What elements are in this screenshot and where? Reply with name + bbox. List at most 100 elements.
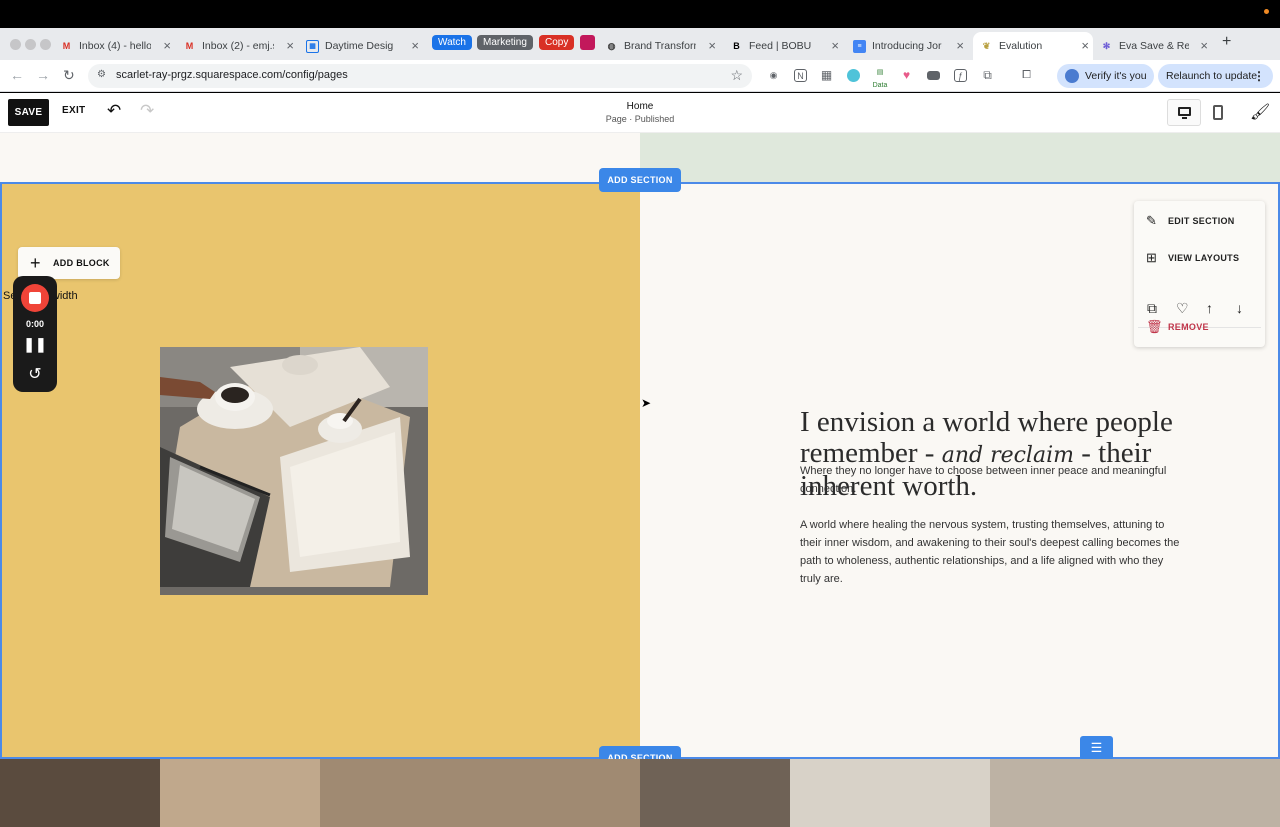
view-layouts-label: VIEW LAYOUTS <box>1168 253 1240 263</box>
next-section-image <box>0 759 1280 827</box>
vision-paragraph-2[interactable]: A world where healing the nervous system… <box>800 516 1180 588</box>
remove-section-button[interactable]: 🗑 REMOVE <box>1138 313 1261 341</box>
exit-button[interactable]: EXIT <box>62 105 85 116</box>
data-extension-label: Data <box>872 82 888 89</box>
mouse-cursor: ➤ <box>641 396 652 410</box>
reload-icon[interactable]: ↻ <box>63 67 75 84</box>
verify-label: Verify it's you <box>1085 70 1147 82</box>
relaunch-label: Relaunch to update <box>1166 70 1258 82</box>
site-styles-brush-icon[interactable]: 🖌 <box>1250 102 1270 122</box>
close-icon[interactable]: × <box>286 38 294 53</box>
tab-evalution[interactable]: ❦ Evalution × <box>973 32 1093 60</box>
relaunch-to-update-button[interactable]: Relaunch to update ⋮ <box>1158 64 1273 88</box>
close-icon[interactable]: × <box>831 38 839 53</box>
text-format-list-icon[interactable]: ☰ <box>1080 736 1113 760</box>
close-icon[interactable]: × <box>956 38 964 53</box>
window-close-dot[interactable] <box>10 39 21 50</box>
pencil-icon: ✎ <box>1146 213 1158 228</box>
bar-extension-icon[interactable] <box>927 71 940 80</box>
gmail-icon: M <box>62 41 71 51</box>
script-extension-icon[interactable]: ƒ <box>954 69 967 82</box>
os-top-bar <box>0 0 1280 28</box>
edit-section-label: EDIT SECTION <box>1168 216 1235 226</box>
squarespace-icon: ❦ <box>982 40 991 51</box>
tab-daytime-design[interactable]: ▦ Daytime Design × <box>306 32 423 60</box>
remove-label: REMOVE <box>1168 322 1209 332</box>
tab-search-icon[interactable]: ⧠ <box>1020 69 1033 82</box>
restart-icon[interactable]: ↺ <box>13 364 57 384</box>
tab-group-marketing[interactable]: Marketing <box>477 35 533 50</box>
site-info-icon[interactable]: ⚙ <box>97 69 106 80</box>
desktop-view-button[interactable] <box>1167 99 1201 126</box>
new-tab-plus-icon[interactable]: + <box>1222 33 1231 51</box>
edit-section-button[interactable]: ✎ EDIT SECTION <box>1138 205 1261 237</box>
window-minimize-dot[interactable] <box>25 39 36 50</box>
stop-recording-button[interactable] <box>21 284 49 312</box>
add-block-button[interactable]: + ADD BLOCK <box>18 247 120 279</box>
grid-extension-icon[interactable]: ▦ <box>820 69 833 82</box>
page-title: Home <box>626 101 654 112</box>
calendar-icon: ▦ <box>306 39 319 53</box>
window-zoom-dot[interactable] <box>40 39 51 50</box>
layout-grid-icon: ⊞ <box>1146 250 1158 265</box>
url-text: scarlet-ray-prgz.squarespace.com/config/… <box>116 69 348 81</box>
close-icon[interactable]: × <box>163 38 171 53</box>
view-layouts-button[interactable]: ⊞ VIEW LAYOUTS <box>1138 242 1261 274</box>
editor-toolbar: SAVE EXIT ↶ ↷ Home Page · Published 🖌 <box>0 93 1280 133</box>
selected-section[interactable]: + ADD BLOCK Se es full-width 0:00 ❚❚ ↺ ✎… <box>0 182 1280 760</box>
previous-section-left <box>0 133 640 182</box>
close-icon[interactable]: × <box>411 38 419 53</box>
close-icon[interactable]: × <box>708 38 716 53</box>
verify-its-you-button[interactable]: Verify it's you <box>1057 64 1154 88</box>
heart-extension-icon[interactable]: ♥ <box>900 69 913 82</box>
data-extension-icon[interactable]: ▤ Data <box>872 66 888 89</box>
undo-icon[interactable]: ↶ <box>107 101 121 121</box>
puzzle-extensions-icon[interactable]: ⧉ <box>981 69 994 82</box>
pause-icon[interactable]: ❚❚ <box>13 336 57 353</box>
recording-indicator-dot <box>1264 9 1269 14</box>
page-canvas: + ADD BLOCK Se es full-width 0:00 ❚❚ ↺ ✎… <box>0 133 1280 827</box>
previous-section-right <box>640 133 1280 182</box>
add-block-label: ADD BLOCK <box>53 258 110 268</box>
close-icon[interactable]: × <box>1081 38 1089 53</box>
tab-feed-bobu[interactable]: B Feed | BOBU × <box>730 32 843 60</box>
flower-icon: ✻ <box>1102 40 1111 51</box>
add-section-button-top[interactable]: ADD SECTION <box>599 168 681 192</box>
tab-group-pink[interactable] <box>580 35 595 50</box>
desktop-icon-stand <box>1182 117 1187 119</box>
forward-arrow-icon[interactable]: → <box>36 67 50 83</box>
recording-timer: 0:00 <box>25 319 44 329</box>
back-arrow-icon[interactable]: ← <box>10 67 24 83</box>
section-actions-menu: ✎ EDIT SECTION ⊞ VIEW LAYOUTS ⧉ ♡ ↑ ↓ 🗑 … <box>1134 201 1265 347</box>
mobile-icon[interactable] <box>1213 105 1223 120</box>
trash-icon: 🗑 <box>1146 319 1163 334</box>
screen-recorder-widget: 0:00 ❚❚ ↺ <box>13 276 57 392</box>
tab-group-copy[interactable]: Copy <box>539 35 575 50</box>
b-icon: B <box>733 41 740 51</box>
round-extension-icon[interactable] <box>847 69 860 82</box>
camera-extension-icon[interactable]: ◉ <box>767 69 780 82</box>
tab-introducing-jord[interactable]: ≡ Introducing Jord × <box>853 32 968 60</box>
globe-icon: ◍ <box>607 40 616 51</box>
desktop-icon <box>1178 107 1191 116</box>
vision-paragraph-1[interactable]: Where they no longer have to choose betw… <box>800 462 1180 498</box>
bookmark-star-icon[interactable]: ☆ <box>730 67 743 84</box>
coffee-table-photo[interactable] <box>160 347 428 595</box>
close-icon[interactable]: × <box>1200 38 1208 53</box>
browser-toolbar: ← → ↻ ⚙ scarlet-ray-prgz.squarespace.com… <box>0 60 1280 92</box>
profile-icon <box>1065 69 1079 83</box>
tab-gmail-hello[interactable]: M Inbox (4) - hello × <box>60 32 175 60</box>
kebab-menu-icon[interactable]: ⋮ <box>1253 64 1265 88</box>
tab-gmail-emj[interactable]: M Inbox (2) - emj.s × <box>183 32 298 60</box>
tab-group-watch[interactable]: Watch <box>432 35 472 50</box>
page-status: Page · Published <box>605 114 675 124</box>
save-button[interactable]: SAVE <box>8 99 49 126</box>
tab-eva-save[interactable]: ✻ Eva Save & Reu × <box>1100 32 1212 60</box>
redo-icon[interactable]: ↷ <box>140 101 154 121</box>
notion-extension-icon[interactable]: N <box>794 69 807 82</box>
gmail-icon: M <box>185 41 194 51</box>
docs-icon: ≡ <box>853 39 866 53</box>
address-bar[interactable]: ⚙ scarlet-ray-prgz.squarespace.com/confi… <box>88 64 752 88</box>
tab-brand-transform[interactable]: ◍ Brand Transform × <box>605 32 720 60</box>
plus-icon: + <box>30 253 41 273</box>
